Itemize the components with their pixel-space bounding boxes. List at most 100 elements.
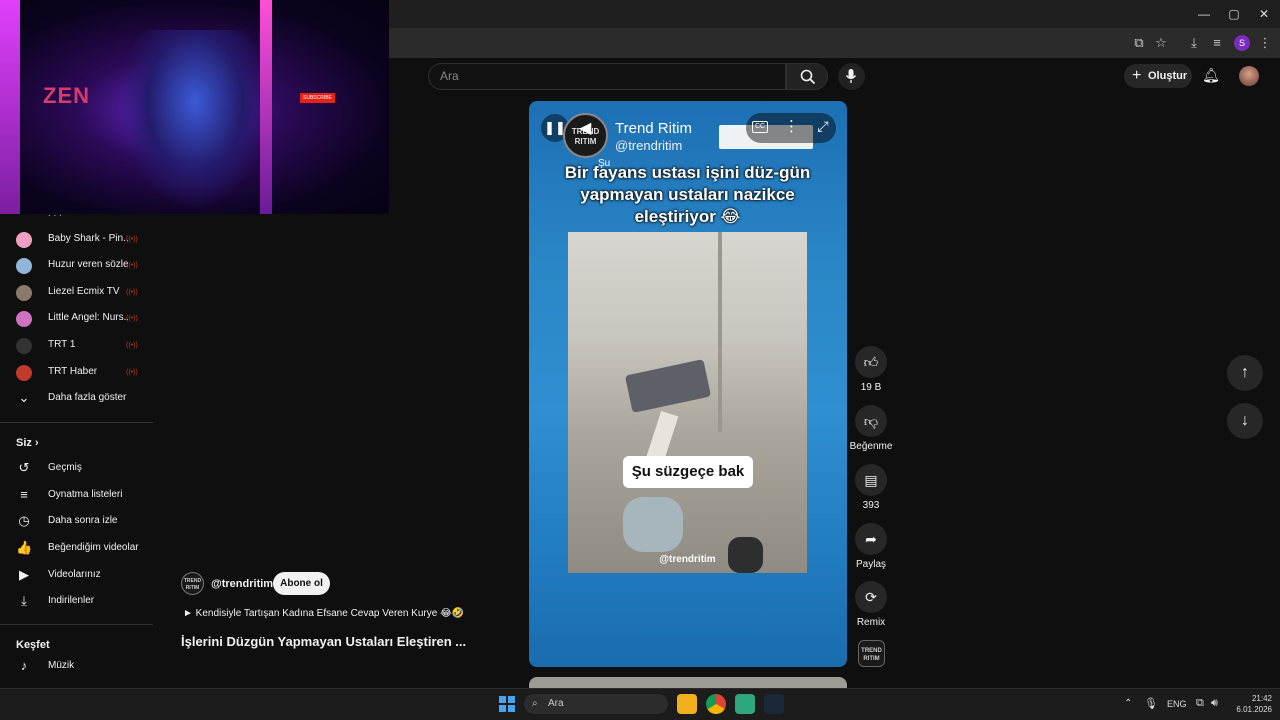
- maximize-button[interactable]: ▢: [1220, 4, 1248, 24]
- downloads-icon: ⤓: [21, 593, 27, 608]
- overlay-brand-text: ZEN: [43, 83, 90, 108]
- playlists-icon: ≡: [20, 487, 28, 502]
- mute-speaker-icon[interactable]: ◀: [579, 118, 603, 142]
- overlay-subscribe-badge: SUBSCRIBE: [300, 93, 335, 103]
- live-indicator-icon: ((•)): [126, 262, 138, 269]
- sidebar-item-subscription[interactable]: Baby Shark - Pin... ((•)): [0, 227, 153, 253]
- app-icon[interactable]: [735, 694, 755, 714]
- notifications-bell-icon[interactable]: 🔔︎: [1202, 67, 1220, 85]
- minimize-button[interactable]: —: [1190, 4, 1218, 24]
- share-icon: ➦: [865, 531, 877, 547]
- live-indicator-icon: ((•)): [126, 289, 138, 296]
- comments-button[interactable]: ▤: [855, 464, 887, 496]
- sidebar-divider: [0, 624, 153, 625]
- next-short-button[interactable]: ↓: [1227, 403, 1263, 439]
- windows-start-icon[interactable]: [499, 696, 515, 712]
- search-button[interactable]: [786, 63, 828, 90]
- sidebar-item-subscription[interactable]: TRT 1 ((•)): [0, 333, 153, 359]
- arrow-down-icon: ↓: [1241, 412, 1249, 429]
- sidebar-section-you[interactable]: Siz ›: [16, 437, 39, 449]
- related-video-link[interactable]: ► Kendisiyle Tartışan Kadına Efsane Ceva…: [183, 608, 464, 619]
- sidebar-item-subscription[interactable]: TRT Haber ((•)): [0, 360, 153, 386]
- like-count: 19 B: [860, 382, 882, 393]
- file-explorer-icon[interactable]: [677, 694, 697, 714]
- sidebar-item-your-videos[interactable]: ▶ Videolarınız: [0, 563, 153, 589]
- sidebar-item-music[interactable]: ♪ Müzik: [0, 654, 153, 680]
- profile-avatar[interactable]: S: [1234, 35, 1250, 51]
- audio-source-thumbnail[interactable]: TREND RITIM: [858, 640, 885, 667]
- live-indicator-icon: ((•)): [126, 315, 138, 322]
- thumbs-down-icon: 👎︎: [863, 413, 879, 429]
- chevron-down-icon: ⌄: [18, 390, 30, 405]
- sidebar-show-more[interactable]: ⌄ Daha fazla göster: [0, 386, 153, 412]
- dislike-label: Beğenme: [849, 441, 893, 452]
- share-label: Paylaş: [855, 559, 886, 570]
- download-icon[interactable]: ⤓: [1185, 34, 1203, 52]
- fullscreen-icon[interactable]: ⤢: [814, 118, 832, 136]
- language-indicator[interactable]: ENG: [1167, 699, 1187, 709]
- drain-grate: [624, 359, 712, 413]
- live-indicator-icon: ((•)): [126, 342, 138, 349]
- clock[interactable]: 21:42 6.01.2026: [1228, 693, 1272, 715]
- tray-chevron-icon[interactable]: ⌃: [1124, 698, 1132, 709]
- network-icon[interactable]: ⧉: [1196, 697, 1204, 710]
- video-caption: Şu süzgeçe bak: [623, 456, 753, 488]
- volume-icon[interactable]: 🔊︎: [1211, 697, 1218, 710]
- music-icon: ♪: [20, 658, 28, 673]
- sidebar-item-liked-videos[interactable]: 👍 Beğendiğim videolar: [0, 536, 153, 562]
- remix-label: Remix: [856, 617, 886, 628]
- mic-icon: [845, 69, 857, 83]
- share-button[interactable]: ➦: [855, 523, 887, 555]
- media-control-icon[interactable]: ≡: [1208, 34, 1226, 52]
- sidebar-item-subscription[interactable]: Liezel Ecmix TV ((•)): [0, 280, 153, 306]
- channel-avatar[interactable]: TREND RITIM: [181, 572, 204, 595]
- chrome-icon[interactable]: [706, 694, 726, 714]
- sidebar-section-explore: Keşfet: [16, 639, 50, 651]
- sidebar-item-history[interactable]: ↺ Geçmiş: [0, 456, 153, 482]
- cast-icon[interactable]: ⧉: [1130, 34, 1148, 52]
- bookmark-star-icon[interactable]: ☆: [1152, 34, 1170, 52]
- comment-icon: ▤: [864, 472, 878, 488]
- channel-handle-link[interactable]: @trendritim: [211, 578, 273, 590]
- sidebar-item-downloads[interactable]: ⤓ İndirilenler: [0, 589, 153, 615]
- comment-count: 393: [862, 500, 880, 511]
- channel-avatar: [16, 338, 32, 354]
- search-input[interactable]: Ara: [428, 63, 786, 90]
- sidebar-item-subscription[interactable]: Little Angel: Nurs... ((•)): [0, 306, 153, 332]
- create-label: Oluştur: [1148, 70, 1188, 82]
- remix-button[interactable]: ⟳: [855, 581, 887, 613]
- microphone-tray-icon[interactable]: 🎙︎: [1144, 697, 1158, 710]
- foot-slipper: [623, 497, 683, 552]
- create-button[interactable]: + Oluştur: [1124, 64, 1192, 88]
- sidebar-item-playlists[interactable]: ≡ Oynatma listeleri: [0, 483, 153, 509]
- channel-avatar: [16, 258, 32, 274]
- thumbs-up-icon: 👍︎: [863, 354, 879, 370]
- sidebar-item-watch-later[interactable]: ◷ Daha sonra izle: [0, 509, 153, 535]
- more-options-icon[interactable]: ⋮: [784, 117, 799, 137]
- search-icon: ⌕: [532, 698, 538, 709]
- steam-icon[interactable]: [764, 694, 784, 714]
- video-headline-text: Bir fayans ustası işini düz-gün yapmayan…: [564, 163, 811, 226]
- video-frame: @trendritim: [568, 232, 807, 573]
- voice-search-button[interactable]: [838, 63, 865, 90]
- channel-avatar: [16, 232, 32, 248]
- menu-kebab-icon[interactable]: ⋮: [1256, 34, 1274, 52]
- live-indicator-icon: ((•)): [126, 369, 138, 376]
- channel-avatar: [16, 365, 32, 381]
- search-icon: [800, 69, 816, 85]
- subscribe-button[interactable]: Abone ol: [273, 572, 330, 595]
- channel-avatar: [16, 311, 32, 327]
- close-button[interactable]: ✕: [1250, 4, 1278, 24]
- truncated-subscription[interactable]: . . .: [48, 208, 62, 219]
- taskbar-search[interactable]: ⌕ Ara: [524, 694, 668, 714]
- dislike-button[interactable]: 👎︎: [855, 405, 887, 437]
- captions-icon[interactable]: CC: [752, 121, 768, 133]
- history-icon: ↺: [18, 460, 30, 475]
- arrow-up-icon: ↑: [1241, 364, 1249, 381]
- sidebar-item-subscription[interactable]: Huzur veren sözler ((•)): [0, 253, 153, 279]
- webcam-overlay: ZEN SUBSCRIBE: [0, 0, 389, 214]
- previous-short-button[interactable]: ↑: [1227, 355, 1263, 391]
- like-button[interactable]: 👍︎: [855, 346, 887, 378]
- video-channel-handle: @trendritim: [615, 138, 683, 153]
- account-avatar[interactable]: [1239, 66, 1259, 86]
